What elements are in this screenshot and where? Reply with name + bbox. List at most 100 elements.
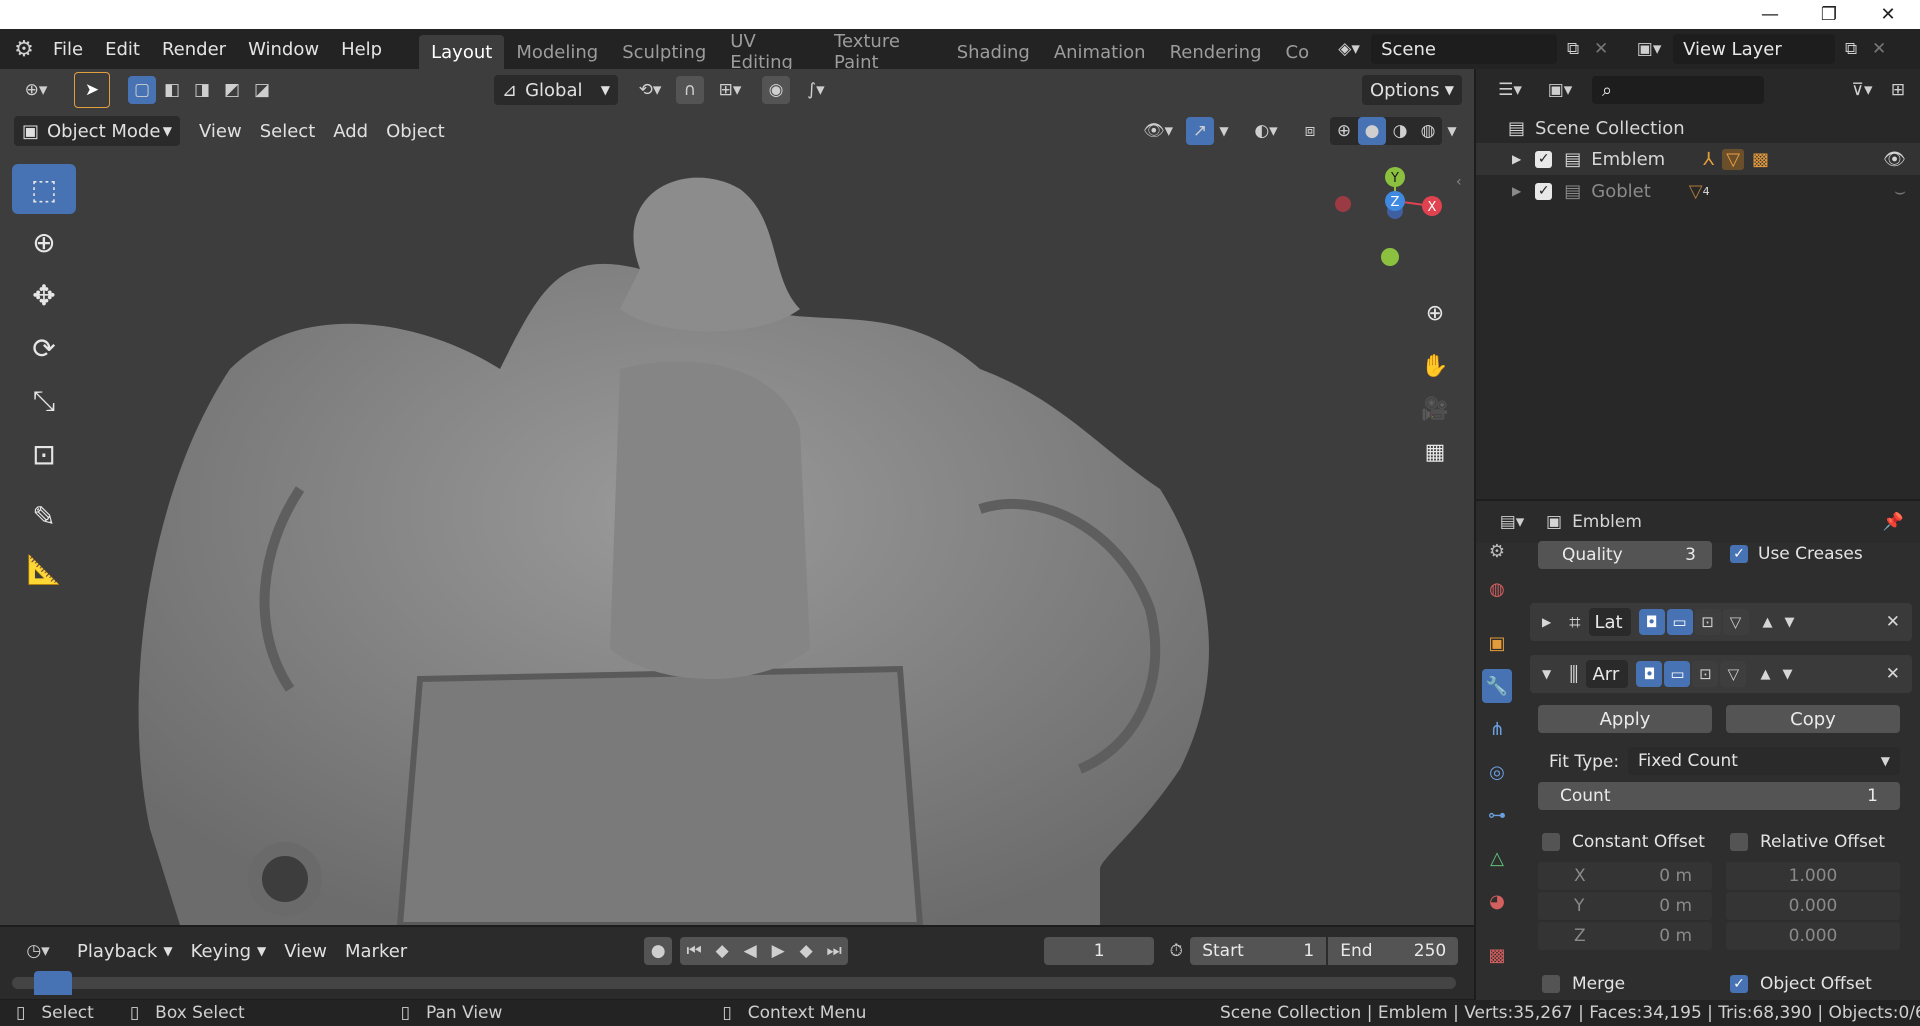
relative-offset-checkbox[interactable]: [1730, 833, 1748, 851]
use-creases-option[interactable]: ✓ Use Creases: [1730, 544, 1863, 564]
include-checkbox[interactable]: ✓: [1535, 150, 1553, 168]
jump-end-icon[interactable]: ⏭: [820, 937, 848, 965]
sidebar-toggle-icon[interactable]: ‹: [1456, 174, 1462, 190]
play-icon[interactable]: ▶: [764, 937, 792, 965]
record-icon[interactable]: ●: [644, 937, 673, 965]
options-dropdown[interactable]: Options ▼: [1362, 75, 1462, 105]
menu-file[interactable]: File: [42, 29, 94, 69]
transform-tool[interactable]: ⊡: [12, 429, 76, 479]
tab-constraints[interactable]: ⊶: [1482, 798, 1512, 832]
constant-offset-option[interactable]: Constant Offset: [1542, 832, 1705, 852]
object-offset-checkbox[interactable]: ✓: [1730, 975, 1748, 993]
start-frame-field[interactable]: Start 1: [1190, 937, 1327, 965]
scene-selector-icon[interactable]: ◈▾: [1329, 35, 1369, 63]
pan-button[interactable]: ✋: [1414, 345, 1456, 387]
new-collection-icon[interactable]: ⊞: [1884, 76, 1912, 104]
scale-tool[interactable]: ⤡: [12, 376, 76, 426]
select-intersect-icon[interactable]: ◪: [248, 76, 276, 104]
scene-collection-row[interactable]: ▤ Scene Collection: [1476, 112, 1920, 144]
new-view-layer-icon[interactable]: ⧉: [1837, 35, 1865, 63]
select-box-tool[interactable]: ⬚: [12, 164, 76, 214]
tab-uv-editing[interactable]: UV Editing: [718, 31, 822, 69]
playhead-indicator[interactable]: [34, 971, 72, 995]
mode-dropdown[interactable]: ▣ Object Mode ▼: [14, 116, 180, 146]
tab-physics[interactable]: ◎: [1482, 755, 1512, 789]
new-scene-icon[interactable]: ⧉: [1559, 35, 1587, 63]
material-shading-icon[interactable]: ◑: [1386, 117, 1414, 145]
viewport-menu-object[interactable]: Object: [377, 116, 454, 146]
cursor-tool[interactable]: ⊕: [12, 217, 76, 267]
play-reverse-icon[interactable]: ◀: [736, 937, 764, 965]
current-frame-field[interactable]: 1: [1044, 937, 1155, 965]
menu-window[interactable]: Window: [237, 29, 330, 69]
next-keyframe-icon[interactable]: ◆: [792, 937, 820, 965]
timeline-editor-type-icon[interactable]: ◷▾: [16, 937, 60, 965]
cage-icon[interactable]: ▽: [1720, 661, 1747, 687]
render-icon[interactable]: ⊡: [1692, 661, 1719, 687]
3d-viewport[interactable]: ⊕▾ ➤ ▢ ◧ ◨ ◩ ◪ ⊿ Global ▼ ⟲▾ ∩ ⊞▾ ◉ ∫▾ O…: [0, 69, 1474, 925]
view-layer-selector-icon[interactable]: ▣▾: [1627, 35, 1671, 63]
expand-arrow-icon[interactable]: ▶: [1512, 152, 1521, 166]
visibility-icon[interactable]: 👁▾: [1136, 117, 1180, 145]
solid-shading-icon[interactable]: ●: [1358, 117, 1386, 145]
prev-keyframe-icon[interactable]: ◆: [708, 937, 736, 965]
timeline-view-menu[interactable]: View: [275, 936, 336, 966]
hidden-eye-icon[interactable]: ⌣: [1894, 181, 1906, 202]
rotate-tool[interactable]: ⟳: [12, 323, 76, 373]
include-checkbox[interactable]: ✓: [1535, 182, 1553, 200]
move-tool[interactable]: ✥: [12, 270, 76, 320]
tab-texture[interactable]: ▩: [1482, 938, 1512, 972]
snap-icon[interactable]: ∩: [676, 76, 704, 104]
move-up-icon[interactable]: ▲: [1763, 615, 1773, 630]
zoom-button[interactable]: ⊕: [1414, 292, 1456, 334]
tab-texture-paint[interactable]: Texture Paint: [822, 31, 945, 69]
editor-type-icon[interactable]: ⊕▾: [14, 76, 58, 104]
use-creases-checkbox[interactable]: ✓: [1730, 545, 1748, 563]
constant-offset-z-field[interactable]: Z 0 m: [1538, 922, 1712, 950]
proportional-editing-icon[interactable]: ◉: [762, 76, 790, 104]
rendered-shading-icon[interactable]: ◍: [1414, 117, 1442, 145]
expand-arrow-icon[interactable]: ▶: [1512, 184, 1521, 198]
maximize-button[interactable]: ❐: [1801, 0, 1857, 29]
array-modifier-header[interactable]: ▼ ⫼ Arr ◘ ▭ ⊡ ▽ ▲ ▼ ✕: [1530, 655, 1912, 693]
relative-offset-option[interactable]: Relative Offset: [1730, 832, 1885, 852]
select-new-icon[interactable]: ▢: [128, 76, 156, 104]
minimize-button[interactable]: —: [1742, 0, 1798, 29]
camera-view-button[interactable]: 🎥: [1414, 388, 1456, 430]
merge-option[interactable]: Merge: [1542, 974, 1625, 994]
outliner-item-goblet[interactable]: ▶ ✓ ▤ Goblet ▽ 4 ⌣: [1476, 175, 1920, 207]
timeline-scrollbar[interactable]: [12, 977, 1456, 989]
collapse-arrow-icon[interactable]: ▶: [1542, 615, 1551, 629]
wireframe-shading-icon[interactable]: ⊕: [1330, 117, 1358, 145]
constant-offset-x-field[interactable]: X 0 m: [1538, 862, 1712, 890]
outliner-editor-type-icon[interactable]: ☰▾: [1488, 76, 1532, 104]
count-field[interactable]: Count 1: [1538, 782, 1900, 810]
tab-world[interactable]: ◍: [1482, 572, 1512, 606]
select-tool-icon[interactable]: ➤: [74, 72, 110, 108]
apply-button[interactable]: Apply: [1538, 705, 1712, 733]
select-extend-icon[interactable]: ◧: [158, 76, 186, 104]
pivot-point-icon[interactable]: ⟲▾: [628, 76, 672, 104]
gizmo-toggle-icon[interactable]: ↗: [1186, 117, 1214, 145]
cage-icon[interactable]: ▽: [1722, 609, 1749, 635]
stopwatch-icon[interactable]: ⏱: [1162, 937, 1190, 965]
tab-particles[interactable]: ⋔: [1482, 712, 1512, 746]
xray-toggle-icon[interactable]: ⧈: [1296, 117, 1324, 145]
tab-material[interactable]: ◕: [1482, 884, 1512, 918]
jump-start-icon[interactable]: ⏮: [680, 937, 708, 965]
viewport-menu-add[interactable]: Add: [324, 116, 377, 146]
keying-menu[interactable]: Keying ▼: [182, 936, 276, 966]
menu-edit[interactable]: Edit: [94, 29, 151, 69]
relative-offset-x-field[interactable]: 1.000: [1726, 862, 1900, 890]
constant-offset-checkbox[interactable]: [1542, 833, 1560, 851]
tab-animation[interactable]: Animation: [1042, 35, 1158, 69]
modifier-name-field[interactable]: Arr: [1586, 660, 1629, 688]
marker-menu[interactable]: Marker: [336, 936, 416, 966]
modifier-name-field[interactable]: Lat: [1588, 608, 1631, 636]
menu-help[interactable]: Help: [330, 29, 393, 69]
quality-field[interactable]: Quality 3: [1538, 541, 1712, 569]
outliner-item-emblem[interactable]: ▶ ✓ ▤ Emblem ⅄ ▽ ▩ 👁: [1476, 143, 1920, 175]
end-frame-field[interactable]: End 250: [1328, 937, 1459, 965]
lattice-modifier-header[interactable]: ▶ ⌗ Lat ◘ ▭ ⊡ ▽ ▲ ▼ ✕: [1530, 603, 1912, 641]
object-offset-option[interactable]: ✓ Object Offset: [1730, 974, 1872, 994]
